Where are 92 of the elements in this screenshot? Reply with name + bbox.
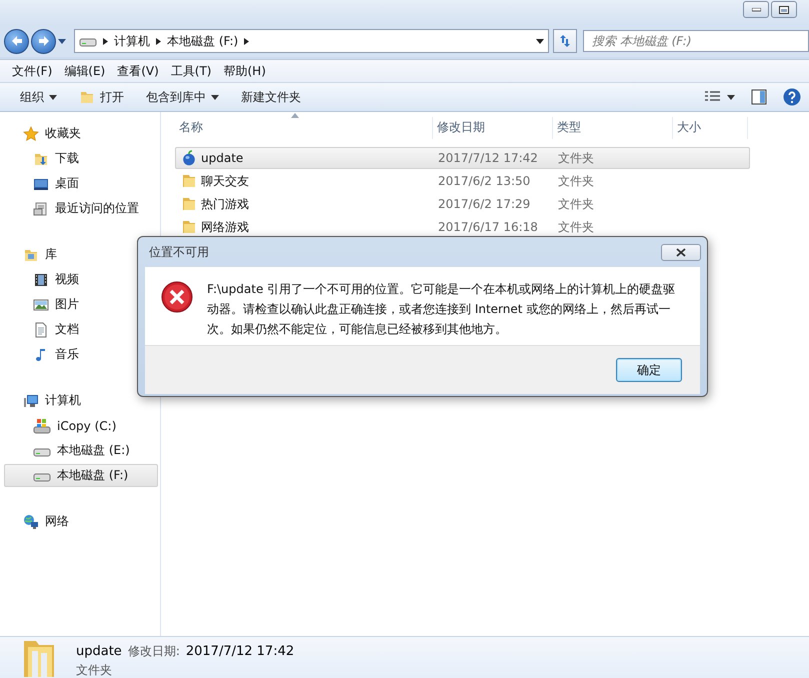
file-row[interactable]: 网络游戏 2017/6/17 16:18 文件夹 [175,216,750,238]
menu-item[interactable]: 文件(F) [6,60,58,82]
computer-icon [23,392,39,408]
left-arrow-icon [10,35,22,47]
chevron-icon [244,38,250,44]
column-header[interactable]: 类型 [553,117,673,139]
date-cell-text: 2017/6/2 17:29 [437,197,532,211]
error-icon [161,281,193,313]
file-name: 聊天交友 [201,172,249,190]
dialog-title: 位置不可用 [149,244,209,260]
nav-item[interactable]: 本地磁盘 (E:) [4,439,158,462]
menu-item[interactable]: 帮助(H) [218,60,272,82]
date-cell-text: 2017/6/2 13:50 [437,174,532,188]
list-view-icon [705,91,721,103]
toolbar-button[interactable]: 包含到库中 [138,86,227,108]
type-cell-text: 文件夹 [557,218,595,236]
toolbar-button[interactable]: 打开 [71,86,132,108]
toolbar-button[interactable]: 新建文件夹 [233,86,309,108]
folder-icon [79,89,95,105]
file-row[interactable]: 热门游戏 2017/6/2 17:29 文件夹 [175,193,750,215]
file-row[interactable]: update 2017/7/12 17:42 文件夹 [175,147,750,169]
address-bar[interactable]: 计算机 本地磁盘 (F:) [74,29,549,53]
nav-group[interactable]: 网络 [4,510,158,533]
close-icon [676,248,686,256]
breadcrumb[interactable]: 计算机 [114,32,150,50]
refresh-button[interactable] [553,29,577,53]
document-icon [33,322,49,338]
file-name: 网络游戏 [201,218,249,236]
nav-group[interactable]: 收藏夹 [4,122,158,145]
nav-item[interactable]: 本地磁盘 (F:) [4,464,158,487]
breadcrumb[interactable]: 本地磁盘 (F:) [167,32,238,50]
film-icon [33,272,49,288]
back-button[interactable] [4,28,29,54]
right-arrow-icon [38,35,50,47]
nav-item[interactable]: 视频 [4,268,158,291]
chevron-icon [156,38,161,44]
close-button[interactable] [661,244,701,260]
caret-icon [211,94,219,100]
help-icon [783,88,801,106]
pane-icon [751,89,767,105]
folder-icon [181,173,197,189]
sort-arrow-icon [291,113,299,118]
nav-group[interactable]: 计算机 [4,389,158,412]
file-name: 热门游戏 [201,196,249,212]
property-label: 修改日期: [128,643,180,660]
column-header[interactable]: 大小 [673,117,748,139]
menu-item[interactable]: 编辑(E) [58,60,112,82]
minimize-button[interactable] [743,1,769,18]
menu-item[interactable]: 查看(V) [111,60,165,82]
nav-item[interactable]: iCopy (C:) [4,414,158,437]
network-icon [23,514,39,530]
preview-pane-button[interactable] [749,87,769,107]
minimize-icon [752,8,760,12]
menu-item[interactable]: 工具(T) [164,60,218,82]
caret-icon [49,94,57,100]
chevron-icon [103,38,108,44]
ok-button[interactable]: 确定 [616,358,682,382]
type-cell-text: 文件夹 [557,150,595,166]
forward-button[interactable] [31,28,56,54]
folder-icon [181,196,197,212]
type-cell-text: 文件夹 [557,172,595,190]
column-header[interactable]: 名称 [175,117,433,139]
recent-places-icon [33,200,49,216]
nav-item[interactable]: 最近访问的位置 [4,197,158,220]
item-name: update [76,644,122,659]
date-cell-text: 2017/7/12 17:42 [437,151,539,165]
folder-icon [181,219,197,235]
file-name: update [201,151,244,165]
type-cell-text: 文件夹 [557,196,595,212]
property-value: 2017/7/12 17:42 [186,644,294,659]
maximize-icon [779,6,789,14]
star-icon [23,126,39,142]
nav-item[interactable]: 文档 [4,318,158,341]
column-header[interactable]: 修改日期 [433,117,553,139]
nav-item[interactable]: 图片 [4,293,158,316]
nav-item[interactable]: 桌面 [4,172,158,195]
search-field[interactable]: 搜索 本地磁盘 (F:) [583,30,809,52]
caret-icon [727,94,735,100]
file-row[interactable]: 聊天交友 2017/6/2 13:50 文件夹 [175,170,750,192]
nav-item[interactable]: 下载 [4,147,158,170]
history-dropdown-icon[interactable] [58,38,66,44]
help-button[interactable] [781,86,803,108]
toolbar-button[interactable]: 组织 [12,86,65,108]
item-type: 文件夹 [76,662,113,678]
picture-icon [33,296,49,312]
refresh-icon [558,34,572,48]
system-drive-icon [33,418,51,434]
date-cell-text: 2017/6/17 16:18 [437,220,539,234]
apple-icon [181,150,197,166]
maximize-button[interactable] [771,1,797,18]
dropdown-icon[interactable] [536,38,544,44]
nav-item[interactable]: 音乐 [4,343,158,366]
